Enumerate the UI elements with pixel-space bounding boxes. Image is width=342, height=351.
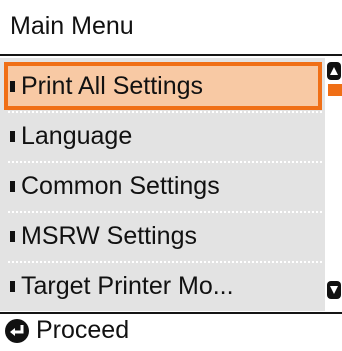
menu-scrollbar[interactable] <box>325 58 342 311</box>
menu-item-msrw-settings[interactable]: MSRW Settings <box>4 212 322 260</box>
scroll-up-icon[interactable] <box>327 62 341 80</box>
menu-title-bar: Main Menu <box>0 0 342 53</box>
menu-item-label: Language <box>21 121 133 150</box>
menu-item-common-settings[interactable]: Common Settings <box>4 162 322 210</box>
page-title: Main Menu <box>10 12 134 40</box>
menu-item-label: MSRW Settings <box>21 221 197 250</box>
footer-bar: Proceed <box>0 314 342 347</box>
proceed-label: Proceed <box>36 316 130 344</box>
bullet-icon <box>10 130 15 142</box>
bullet-icon <box>10 230 15 242</box>
menu-item-label: Print All Settings <box>21 71 204 100</box>
menu-item-label: Target Printer Mo... <box>21 271 234 300</box>
scroll-down-icon[interactable] <box>327 281 341 299</box>
menu-item-language[interactable]: Language <box>4 112 322 160</box>
scroll-thumb[interactable] <box>328 84 342 96</box>
menu-area: Print All Settings Language Common Setti… <box>0 58 342 311</box>
menu-item-label: Common Settings <box>21 171 220 200</box>
bullet-icon <box>10 280 15 292</box>
menu-item-print-all-settings[interactable]: Print All Settings <box>4 62 322 110</box>
bullet-icon <box>10 80 15 92</box>
menu-list: Print All Settings Language Common Setti… <box>4 62 322 310</box>
bullet-icon <box>10 180 15 192</box>
menu-item-target-printer[interactable]: Target Printer Mo... <box>4 262 322 310</box>
title-divider <box>0 54 342 56</box>
enter-key-icon <box>4 318 30 344</box>
